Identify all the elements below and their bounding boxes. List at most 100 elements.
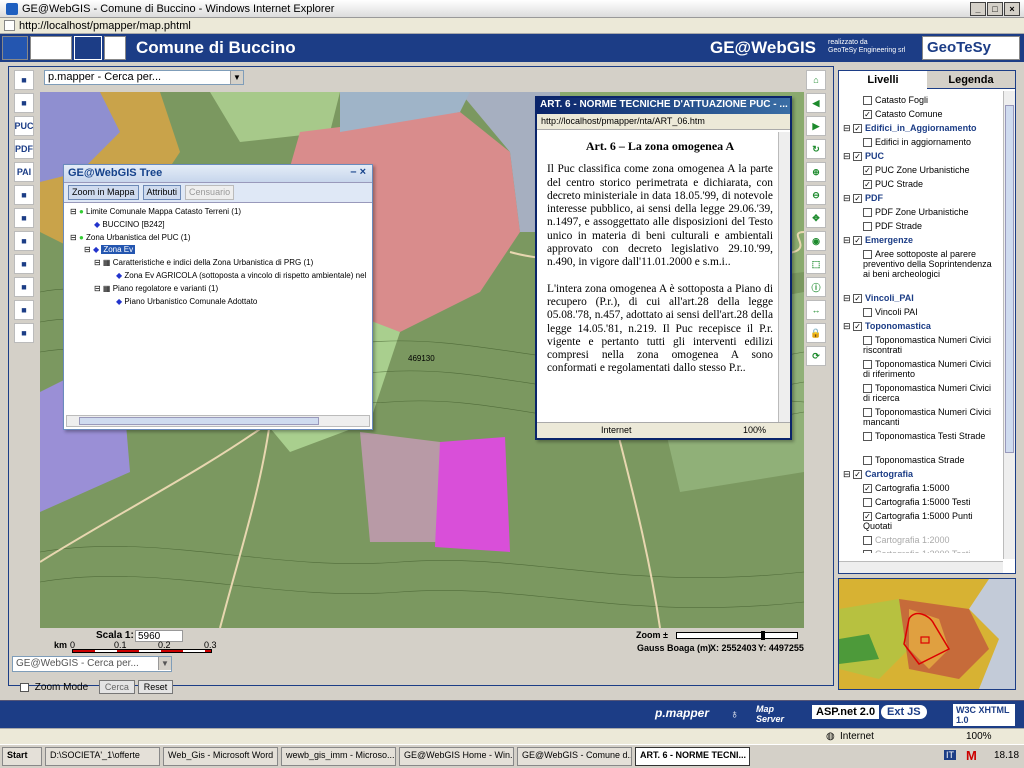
tree-window-title[interactable]: GE@WebGIS Tree – × bbox=[64, 165, 372, 183]
tree-node[interactable]: ◆ Piano Urbanistico Comunale Adottato bbox=[116, 297, 257, 306]
zoom-slider-handle[interactable] bbox=[761, 631, 765, 640]
zoom-mode-checkbox[interactable] bbox=[20, 682, 29, 692]
layer-group[interactable]: ⊟ ✓ Toponomastica bbox=[843, 321, 999, 332]
tab-livelli[interactable]: Livelli bbox=[839, 71, 927, 89]
layer-checkbox[interactable] bbox=[863, 208, 872, 218]
tab-legenda[interactable]: Legenda bbox=[927, 71, 1015, 89]
layer-item[interactable]: Toponomastica Testi Strade bbox=[863, 431, 999, 442]
zoom-out-icon[interactable]: ⊖ bbox=[806, 185, 826, 205]
tree-node[interactable]: ⊟ ● Limite Comunale Mappa Catasto Terren… bbox=[70, 207, 241, 216]
layer-checkbox[interactable]: ✓ bbox=[853, 236, 863, 246]
layer-group[interactable]: ⊟ ✓ Cartografia bbox=[843, 469, 999, 480]
help-icon[interactable]: ■ bbox=[14, 323, 34, 343]
overview-icon[interactable]: ■ bbox=[14, 70, 34, 90]
layer-group[interactable]: ⊟ ✓ Edifici_in_Aggiornamento bbox=[843, 123, 999, 134]
tree-node[interactable]: ⊟ ● Zona Urbanistica del PUC (1) bbox=[70, 233, 191, 242]
layer-checkbox[interactable]: ✓ bbox=[853, 152, 863, 162]
taskbar-item[interactable]: GE@WebGIS - Comune d... bbox=[517, 747, 632, 766]
puc-icon[interactable]: PUC bbox=[14, 116, 34, 136]
taskbar-item[interactable]: wewb_gis_imm - Microso... bbox=[281, 747, 396, 766]
layer-item[interactable]: Cartografia 1:2000 bbox=[863, 535, 999, 546]
expand-icon[interactable]: ⊟ bbox=[843, 123, 853, 133]
expand-icon[interactable]: ⊟ bbox=[843, 151, 853, 161]
layers-icon[interactable]: ■ bbox=[14, 185, 34, 205]
tree-node-selected[interactable]: ⊟ ◆ Zona Ev bbox=[84, 245, 136, 254]
layer-item[interactable]: Toponomastica Strade bbox=[863, 455, 999, 466]
lock-icon[interactable]: 🔒 bbox=[806, 323, 826, 343]
layer-item[interactable]: Cartografia 1:5000 Testi bbox=[863, 497, 999, 508]
layer-checkbox[interactable]: ✓ bbox=[863, 166, 872, 176]
expand-icon[interactable]: ⊟ bbox=[843, 193, 853, 203]
layer-checkbox[interactable]: ✓ bbox=[853, 194, 863, 204]
layer-checkbox[interactable]: ✓ bbox=[853, 470, 863, 480]
layer-item[interactable]: PDF Zone Urbanistiche bbox=[863, 207, 999, 218]
select-icon[interactable]: ⬚ bbox=[806, 254, 826, 274]
tree-node[interactable]: ⊟ ▦ Caratteristiche e indici della Zona … bbox=[94, 258, 313, 267]
layer-checkbox[interactable] bbox=[863, 536, 872, 546]
taskbar-item[interactable]: D:\SOCIETA'_1\offerte bbox=[45, 747, 160, 766]
layer-item[interactable]: Toponomastica Numeri Civici mancanti bbox=[863, 407, 999, 427]
cerca-button[interactable]: Cerca bbox=[98, 680, 135, 694]
document-window[interactable]: ART. 6 - NORME TECNICHE D'ATTUAZIONE PUC… bbox=[535, 96, 792, 440]
tree-node[interactable]: ◆ BUCCINO [B242] bbox=[94, 220, 165, 229]
search-select[interactable]: p.mapper - Cerca per... ▼ bbox=[44, 70, 244, 85]
layer-group[interactable]: ⊟ ✓ Emergenze bbox=[843, 235, 999, 246]
pin-icon[interactable]: ■ bbox=[14, 231, 34, 251]
layer-item[interactable]: Edifici in aggiornamento bbox=[863, 137, 999, 148]
document-address-bar[interactable]: http://localhost/pmapper/nta/ART_06.htm bbox=[537, 114, 790, 130]
chevron-down-icon[interactable]: ▼ bbox=[158, 657, 171, 670]
print-icon[interactable]: ■ bbox=[14, 277, 34, 297]
layer-checkbox[interactable]: ✓ bbox=[853, 322, 863, 332]
layer-item[interactable]: ✓ Cartografia 1:5000 bbox=[863, 483, 999, 494]
layer-item[interactable]: ✓ PUC Zone Urbanistiche bbox=[863, 165, 999, 176]
reload-icon[interactable]: ⟳ bbox=[806, 346, 826, 366]
expand-icon[interactable]: ⊟ bbox=[843, 293, 853, 303]
layer-checkbox[interactable] bbox=[863, 250, 872, 260]
layer-checkbox[interactable] bbox=[863, 96, 872, 106]
tree-window[interactable]: GE@WebGIS Tree – × Zoom in Mappa Attribu… bbox=[63, 164, 373, 430]
close-icon[interactable]: – × bbox=[350, 166, 366, 178]
reset-button[interactable]: Reset bbox=[137, 680, 174, 694]
layer-checkbox[interactable] bbox=[863, 498, 872, 508]
layer-checkbox[interactable] bbox=[863, 384, 872, 394]
pai-icon[interactable]: PAI bbox=[14, 162, 34, 182]
layer-checkbox[interactable] bbox=[863, 308, 872, 318]
layer-hscrollbar[interactable] bbox=[839, 561, 1003, 573]
tree-node[interactable]: ⊟ ▦ Piano regolatore e varianti (1) bbox=[94, 284, 218, 293]
taskbar-item[interactable]: GE@WebGIS Home - Win... bbox=[399, 747, 514, 766]
layer-checkbox[interactable] bbox=[863, 336, 872, 346]
zoom-in-icon[interactable]: ⊕ bbox=[806, 162, 826, 182]
scrollbar-thumb[interactable] bbox=[79, 417, 319, 425]
layer-checkbox[interactable] bbox=[863, 432, 872, 442]
table-icon[interactable]: ■ bbox=[14, 93, 34, 113]
layer-item[interactable]: Vincoli PAI bbox=[863, 307, 999, 318]
bottom-search-select[interactable]: GE@WebGIS - Cerca per... ▼ bbox=[12, 656, 172, 672]
maximize-button[interactable]: □ bbox=[987, 2, 1003, 16]
minimize-button[interactable]: _ bbox=[970, 2, 986, 16]
tree-node[interactable]: ◆ Zona Ev AGRICOLA (sottoposta a vincolo… bbox=[116, 271, 366, 280]
tree-scrollbar[interactable] bbox=[66, 415, 370, 427]
layer-checkbox[interactable] bbox=[863, 360, 872, 370]
expand-icon[interactable]: ⊟ bbox=[843, 469, 853, 479]
layer-checkbox[interactable] bbox=[863, 550, 872, 553]
document-window-title[interactable]: ART. 6 - NORME TECNICHE D'ATTUAZIONE PUC… bbox=[537, 98, 790, 114]
download-icon[interactable]: ■ bbox=[14, 300, 34, 320]
layer-checkbox[interactable]: ✓ bbox=[863, 512, 872, 522]
layer-item[interactable]: ✓ Catasto Comune bbox=[863, 109, 999, 120]
layer-checkbox[interactable]: ✓ bbox=[863, 180, 872, 190]
layer-checkbox[interactable]: ✓ bbox=[853, 124, 863, 134]
layer-item[interactable]: ✓ Cartografia 1:5000 Punti Quotati bbox=[863, 511, 999, 531]
layer-item[interactable]: PDF Strade bbox=[863, 221, 999, 232]
layer-checkbox[interactable] bbox=[863, 222, 872, 232]
layer-group[interactable]: ⊟ ✓ Vincoli_PAI bbox=[843, 293, 999, 304]
forward-icon[interactable]: ▶ bbox=[806, 116, 826, 136]
layer-item[interactable]: Toponomastica Numeri Civici riscontrati bbox=[863, 335, 999, 355]
overview-map[interactable] bbox=[838, 578, 1016, 690]
pdf-icon[interactable]: PDF bbox=[14, 139, 34, 159]
home-icon[interactable]: ⌂ bbox=[806, 70, 826, 90]
layer-item[interactable]: Cartografia 1:2000 Testi bbox=[863, 549, 999, 553]
layer-item[interactable]: Toponomastica Numeri Civici di riferimen… bbox=[863, 359, 999, 379]
layer-checkbox[interactable] bbox=[863, 408, 872, 418]
address-bar[interactable]: http://localhost/pmapper/map.phtml bbox=[0, 18, 1024, 34]
layer-checkbox[interactable]: ✓ bbox=[853, 294, 863, 304]
